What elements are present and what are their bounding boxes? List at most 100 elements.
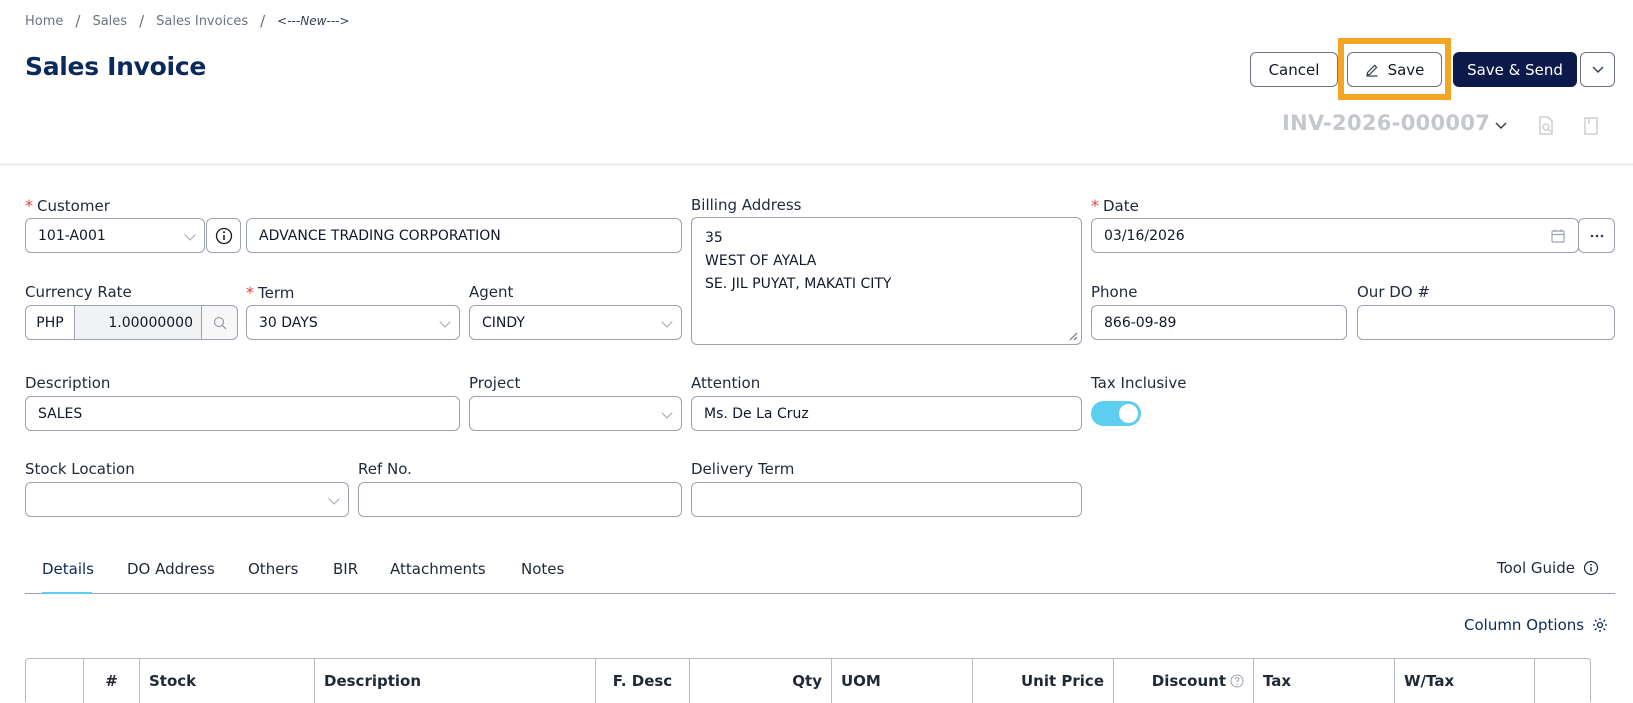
more-actions-button[interactable] bbox=[1580, 52, 1615, 87]
cancel-button[interactable]: Cancel bbox=[1250, 52, 1338, 87]
page-title: Sales Invoice bbox=[25, 52, 207, 81]
ref-no-field[interactable] bbox=[358, 482, 682, 517]
cancel-button-label: Cancel bbox=[1268, 60, 1320, 79]
stock-location-select[interactable] bbox=[25, 482, 349, 517]
customer-code-value: 101-A001 bbox=[38, 227, 106, 244]
preview-document-icon[interactable] bbox=[1538, 116, 1554, 135]
resize-handle-icon[interactable] bbox=[1068, 331, 1078, 341]
project-label: Project bbox=[469, 374, 521, 392]
billing-address-textarea[interactable]: 35 WEST OF AYALA SE. JIL PUYAT, MAKATI C… bbox=[691, 217, 1082, 345]
phone-value: 866-09-89 bbox=[1104, 314, 1177, 331]
column-header-select bbox=[26, 659, 84, 703]
info-icon bbox=[1583, 560, 1599, 576]
tab-do-address[interactable]: DO Address bbox=[127, 560, 215, 578]
more-horizontal-icon bbox=[1590, 234, 1603, 237]
date-value: 03/16/2026 bbox=[1104, 227, 1185, 244]
term-label: * Term bbox=[246, 283, 295, 302]
column-header-f-desc[interactable]: F. Desc bbox=[596, 659, 690, 703]
address-line: SE. JIL PUYAT, MAKATI CITY bbox=[705, 276, 892, 292]
our-do-field[interactable] bbox=[1357, 305, 1615, 340]
address-line: 35 bbox=[705, 230, 723, 246]
tab-notes[interactable]: Notes bbox=[521, 560, 564, 578]
attention-field[interactable]: Ms. De La Cruz bbox=[691, 396, 1082, 431]
project-select[interactable] bbox=[469, 396, 682, 431]
billing-address-label: Billing Address bbox=[691, 196, 802, 214]
tax-inclusive-label: Tax Inclusive bbox=[1091, 374, 1187, 392]
customer-info-button[interactable] bbox=[206, 218, 241, 253]
description-label: Description bbox=[25, 374, 111, 392]
calendar-icon[interactable] bbox=[1551, 229, 1565, 243]
column-header-stock[interactable]: Stock bbox=[140, 659, 315, 703]
toggle-knob bbox=[1119, 404, 1138, 423]
column-header-number[interactable]: # bbox=[84, 659, 140, 703]
required-asterisk: * bbox=[1091, 196, 1099, 215]
agent-select[interactable]: CINDY bbox=[469, 305, 682, 340]
customer-name-value: ADVANCE TRADING CORPORATION bbox=[259, 227, 501, 244]
phone-label: Phone bbox=[1091, 283, 1138, 301]
tool-guide-label: Tool Guide bbox=[1497, 559, 1575, 577]
agent-value: CINDY bbox=[482, 314, 525, 331]
customer-name-field[interactable]: ADVANCE TRADING CORPORATION bbox=[246, 218, 682, 253]
column-header-actions bbox=[1535, 659, 1592, 703]
currency-rate-label: Currency Rate bbox=[25, 283, 132, 301]
column-header-discount[interactable]: Discount bbox=[1114, 659, 1254, 703]
term-value: 30 DAYS bbox=[259, 314, 318, 331]
delivery-term-field[interactable] bbox=[691, 482, 1082, 517]
column-header-tax[interactable]: Tax bbox=[1254, 659, 1395, 703]
column-header-description[interactable]: Description bbox=[315, 659, 596, 703]
date-label: * Date bbox=[1091, 196, 1139, 215]
date-more-button[interactable] bbox=[1578, 218, 1615, 253]
column-options-label: Column Options bbox=[1464, 616, 1585, 634]
date-field[interactable]: 03/16/2026 bbox=[1091, 218, 1579, 253]
line-items-table-header: # Stock Description F. Desc Qty UOM Unit… bbox=[25, 658, 1592, 703]
breadcrumb-separator: / bbox=[260, 12, 266, 30]
tool-guide-link[interactable]: Tool Guide bbox=[1497, 559, 1599, 577]
gear-icon bbox=[1593, 618, 1608, 632]
breadcrumb-sales-invoices[interactable]: Sales Invoices bbox=[156, 14, 248, 29]
customer-label: * Customer bbox=[25, 196, 110, 215]
save-send-button-label: Save & Send bbox=[1467, 60, 1563, 79]
column-header-qty[interactable]: Qty bbox=[690, 659, 832, 703]
chevron-down-icon bbox=[661, 407, 673, 419]
tab-bir[interactable]: BIR bbox=[333, 560, 358, 578]
tab-details[interactable]: Details bbox=[42, 560, 94, 578]
tab-others[interactable]: Others bbox=[248, 560, 298, 578]
address-line: WEST OF AYALA bbox=[705, 253, 817, 269]
breadcrumb-sales[interactable]: Sales bbox=[92, 14, 127, 29]
required-asterisk: * bbox=[25, 196, 33, 215]
breadcrumb-current: <---New---> bbox=[277, 14, 350, 28]
attention-label: Attention bbox=[691, 374, 761, 392]
search-icon bbox=[213, 316, 226, 329]
breadcrumb-separator: / bbox=[139, 12, 145, 30]
save-send-button[interactable]: Save & Send bbox=[1453, 52, 1577, 87]
chevron-down-icon bbox=[1591, 65, 1604, 73]
help-icon[interactable] bbox=[1230, 674, 1244, 688]
delivery-term-label: Delivery Term bbox=[691, 460, 795, 478]
column-header-unit-price[interactable]: Unit Price bbox=[973, 659, 1114, 703]
breadcrumb-separator: / bbox=[75, 12, 81, 30]
customer-code-select[interactable]: 101-A001 bbox=[25, 218, 205, 253]
term-select[interactable]: 30 DAYS bbox=[246, 305, 460, 340]
tax-inclusive-toggle[interactable] bbox=[1091, 401, 1141, 426]
column-header-uom[interactable]: UOM bbox=[832, 659, 973, 703]
breadcrumb-home[interactable]: Home bbox=[25, 14, 63, 29]
stock-location-label: Stock Location bbox=[25, 460, 135, 478]
currency-search-button[interactable] bbox=[201, 305, 238, 340]
our-do-label: Our DO # bbox=[1357, 283, 1430, 301]
invoice-number: INV-2026-000007 bbox=[1282, 111, 1491, 135]
currency-rate-field[interactable]: 1.00000000 bbox=[74, 305, 202, 340]
attention-value: Ms. De La Cruz bbox=[704, 405, 809, 422]
active-tab-indicator bbox=[42, 592, 92, 594]
description-value: SALES bbox=[38, 405, 83, 422]
column-options-link[interactable]: Column Options bbox=[1464, 616, 1608, 634]
bookmark-icon[interactable] bbox=[1584, 117, 1598, 135]
agent-label: Agent bbox=[469, 283, 514, 301]
column-header-discount-label: Discount bbox=[1151, 672, 1226, 690]
ref-no-label: Ref No. bbox=[358, 460, 412, 478]
info-icon bbox=[215, 227, 232, 244]
invoice-number-dropdown-icon[interactable] bbox=[1495, 121, 1507, 130]
phone-field[interactable]: 866-09-89 bbox=[1091, 305, 1347, 340]
column-header-w-tax[interactable]: W/Tax bbox=[1395, 659, 1535, 703]
tab-attachments[interactable]: Attachments bbox=[390, 560, 486, 578]
description-field[interactable]: SALES bbox=[25, 396, 460, 431]
